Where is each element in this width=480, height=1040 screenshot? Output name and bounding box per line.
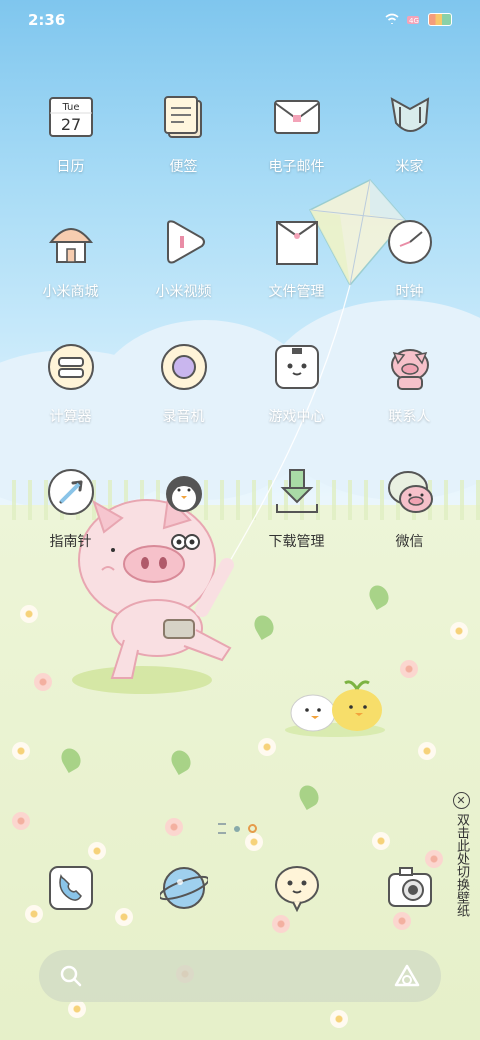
search-bar[interactable] — [39, 950, 441, 1002]
app-label: 联系人 — [388, 409, 431, 425]
app-label: 下载管理 — [268, 534, 325, 550]
app-downloads[interactable]: 下载管理 — [240, 467, 353, 551]
clock-icon — [385, 217, 435, 267]
app-contacts[interactable]: 联系人 — [353, 342, 466, 426]
chat-pig-icon — [385, 467, 435, 517]
app-label: 小米视频 — [155, 284, 212, 300]
pig-contact-icon — [385, 342, 435, 392]
recorder-icon — [159, 342, 209, 392]
phone-icon — [46, 863, 96, 913]
wallpaper-switch-tip[interactable]: ✕ 双击此处切换壁纸 — [450, 792, 472, 917]
app-label: 便签 — [169, 159, 198, 175]
flower — [330, 1010, 348, 1028]
dock-messages[interactable] — [240, 863, 353, 913]
svg-text:27: 27 — [60, 115, 80, 134]
game-center-icon — [272, 342, 322, 392]
flower — [372, 832, 390, 850]
app-label: 文件管理 — [268, 284, 325, 300]
flower — [418, 742, 436, 760]
flower — [393, 912, 411, 930]
folder-icon — [272, 217, 322, 267]
app-clock[interactable]: 时钟 — [353, 217, 466, 301]
svg-text:Tue: Tue — [61, 102, 79, 113]
app-label: 米家 — [395, 159, 424, 175]
dock-browser[interactable] — [127, 863, 240, 913]
flower — [258, 738, 276, 756]
search-icon — [60, 965, 82, 987]
notes-icon — [159, 92, 209, 142]
app-label: 游戏中心 — [268, 409, 325, 425]
wallpaper-tip-text: 双击此处切换壁纸 — [454, 813, 469, 917]
app-label: 日历 — [56, 159, 85, 175]
penguin-icon — [159, 467, 209, 517]
house-icon — [46, 217, 96, 267]
status-bar: 2:36 4G — [0, 0, 480, 40]
page-dot-active[interactable] — [248, 824, 257, 833]
mijia-icon — [385, 92, 435, 142]
app-compass[interactable]: 指南针 — [14, 467, 127, 551]
envelope-icon — [272, 92, 322, 142]
calendar-icon: Tue 27 — [46, 92, 96, 142]
flower — [400, 660, 418, 678]
clock-time: 2:36 — [28, 11, 66, 29]
app-label: 计算器 — [49, 409, 92, 425]
flower — [450, 622, 468, 640]
signal-icon: 4G — [407, 16, 419, 25]
app-label: 指南针 — [49, 534, 92, 550]
home-screen: 2:36 4G Tue 27 日历 便签 电子邮件 米家小米商城 小米视频 文件管理 时钟计算器… — [0, 0, 480, 1040]
status-icons: 4G — [384, 12, 452, 26]
calculator-icon — [46, 342, 96, 392]
app-label: 录音机 — [162, 409, 205, 425]
battery-icon — [428, 12, 452, 26]
app-mi-store[interactable]: 小米商城 — [14, 217, 127, 301]
camera-icon — [385, 863, 435, 913]
chicks-illustration — [285, 680, 385, 737]
page-list-icon[interactable] — [218, 823, 226, 834]
compass-icon — [46, 467, 96, 517]
flower — [245, 833, 263, 851]
app-calculator[interactable]: 计算器 — [14, 342, 127, 426]
voice-assistant-icon[interactable] — [393, 963, 421, 991]
svg-text:4G: 4G — [409, 17, 419, 25]
app-notes[interactable]: 便签 — [127, 92, 240, 176]
app-label: 电子邮件 — [268, 159, 325, 175]
globe-icon — [159, 863, 209, 913]
flower — [165, 818, 183, 836]
app-wechat[interactable]: 微信 — [353, 467, 466, 551]
flower — [34, 673, 52, 691]
app-file-manager[interactable]: 文件管理 — [240, 217, 353, 301]
app-label: 小米商城 — [42, 284, 99, 300]
wifi-icon — [385, 13, 399, 24]
app-calendar[interactable]: Tue 27 日历 — [14, 92, 127, 176]
app-mijia[interactable]: 米家 — [353, 92, 466, 176]
app-security[interactable] — [127, 467, 240, 531]
play-icon — [159, 217, 209, 267]
app-mi-video[interactable]: 小米视频 — [127, 217, 240, 301]
message-bubble-icon — [272, 863, 322, 913]
flower — [68, 1000, 86, 1018]
app-label: 微信 — [395, 534, 424, 550]
app-email[interactable]: 电子邮件 — [240, 92, 353, 176]
page-indicator — [218, 823, 257, 834]
page-dot[interactable] — [234, 825, 240, 832]
app-label: 时钟 — [395, 284, 424, 300]
download-icon — [272, 467, 322, 517]
flower — [88, 842, 106, 860]
flower — [12, 742, 30, 760]
flower — [12, 812, 30, 830]
flower — [20, 605, 38, 623]
dock-phone[interactable] — [14, 863, 127, 913]
close-circle-icon[interactable]: ✕ — [452, 792, 470, 809]
app-game-center[interactable]: 游戏中心 — [240, 342, 353, 426]
app-recorder[interactable]: 录音机 — [127, 342, 240, 426]
flower — [272, 915, 290, 933]
